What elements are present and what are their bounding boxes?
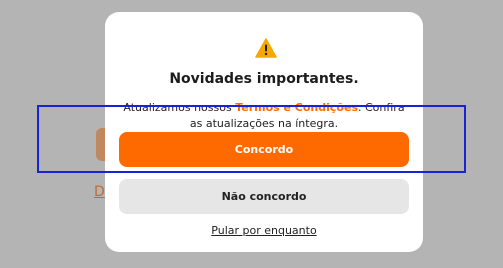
warning-icon	[255, 38, 277, 58]
modal-title: Novidades importantes.	[169, 71, 359, 87]
screen: D Novidades importantes. Atualizamos nos…	[0, 0, 503, 268]
disagree-button[interactable]: Não concordo	[119, 179, 409, 214]
background-link: D	[94, 184, 105, 200]
highlight-rectangle	[37, 105, 466, 173]
skip-link[interactable]: Pular por enquanto	[105, 224, 423, 237]
